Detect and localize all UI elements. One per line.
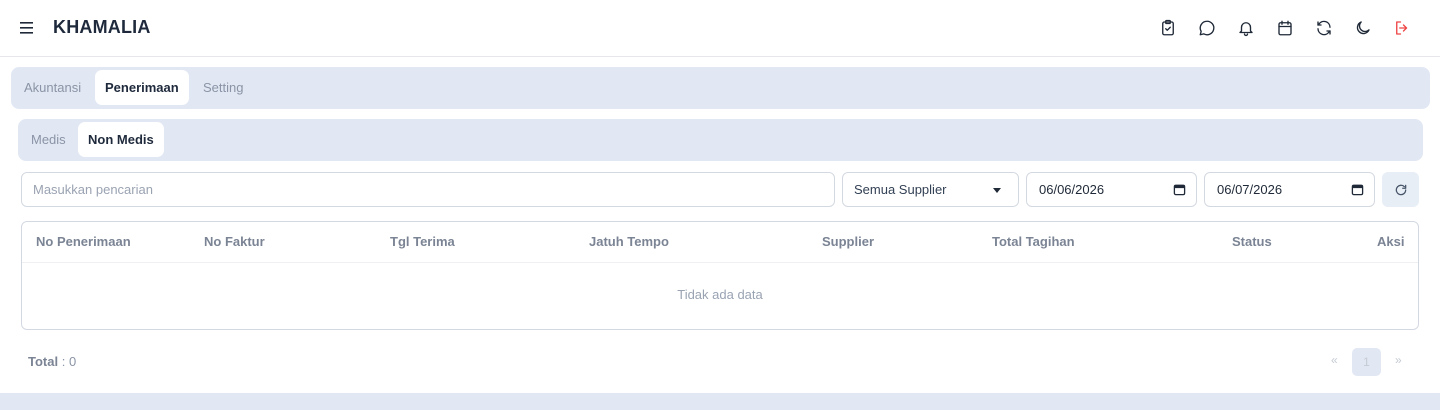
calendar-picker-icon[interactable] [1173,183,1186,196]
app-title: KHAMALIA [53,17,151,37]
total-label: Total [28,354,59,369]
calendar-icon[interactable] [1275,18,1295,38]
tab-akuntansi[interactable]: Akuntansi [14,70,91,105]
sub-tabs: Medis Non Medis [18,119,1423,161]
pagination-prev[interactable]: « [1331,353,1338,367]
main-tabs: Akuntansi Penerimaan Setting [11,67,1430,109]
search-input[interactable] [21,172,835,207]
rotate-icon [1395,184,1406,195]
column-header[interactable]: Supplier [822,234,874,249]
refresh-icon[interactable] [1314,18,1334,38]
column-header[interactable]: Total Tagihan [992,234,1075,249]
date-to-value: 06/07/2026 [1217,182,1283,197]
supplier-select[interactable]: Semua Supplier [842,172,1019,207]
total-value: : 0 [61,354,77,369]
column-header[interactable]: Jatuh Tempo [589,234,669,249]
bell-icon[interactable] [1236,18,1256,38]
column-header: Aksi [1377,234,1405,249]
date-from-value: 06/06/2026 [1039,182,1105,197]
total-count: Total : 0 [28,354,76,369]
caret-down-icon [993,188,1001,193]
date-to-input[interactable]: 06/07/2026 [1204,172,1375,207]
column-header[interactable]: No Penerimaan [36,234,131,249]
receipts-table: No Penerimaan No Faktur Tgl Terima Jatuh… [21,221,1419,330]
chat-icon[interactable] [1197,18,1217,38]
tab-medis[interactable]: Medis [21,122,76,157]
footer-bar [0,393,1440,410]
column-header[interactable]: Tgl Terima [390,234,455,249]
tab-non-medis[interactable]: Non Medis [78,122,164,157]
moon-icon[interactable] [1353,18,1373,38]
pagination-page[interactable]: 1 [1352,348,1381,376]
clipboard-check-icon[interactable] [1158,18,1178,38]
tab-penerimaan[interactable]: Penerimaan [95,70,189,105]
supplier-select-value: Semua Supplier [854,182,947,197]
column-header[interactable]: Status [1232,234,1272,249]
header-divider [22,262,1418,263]
empty-state-text: Tidak ada data [677,287,763,302]
top-bar: KHAMALIA [0,0,1440,57]
header-actions [1158,18,1412,38]
date-from-input[interactable]: 06/06/2026 [1026,172,1197,207]
pagination-next[interactable]: » [1395,353,1402,367]
calendar-picker-icon[interactable] [1351,183,1364,196]
column-header[interactable]: No Faktur [204,234,265,249]
hamburger-menu-icon[interactable] [19,20,37,36]
tab-setting[interactable]: Setting [193,70,253,105]
refresh-button[interactable] [1382,172,1419,207]
logout-icon[interactable] [1392,18,1412,38]
